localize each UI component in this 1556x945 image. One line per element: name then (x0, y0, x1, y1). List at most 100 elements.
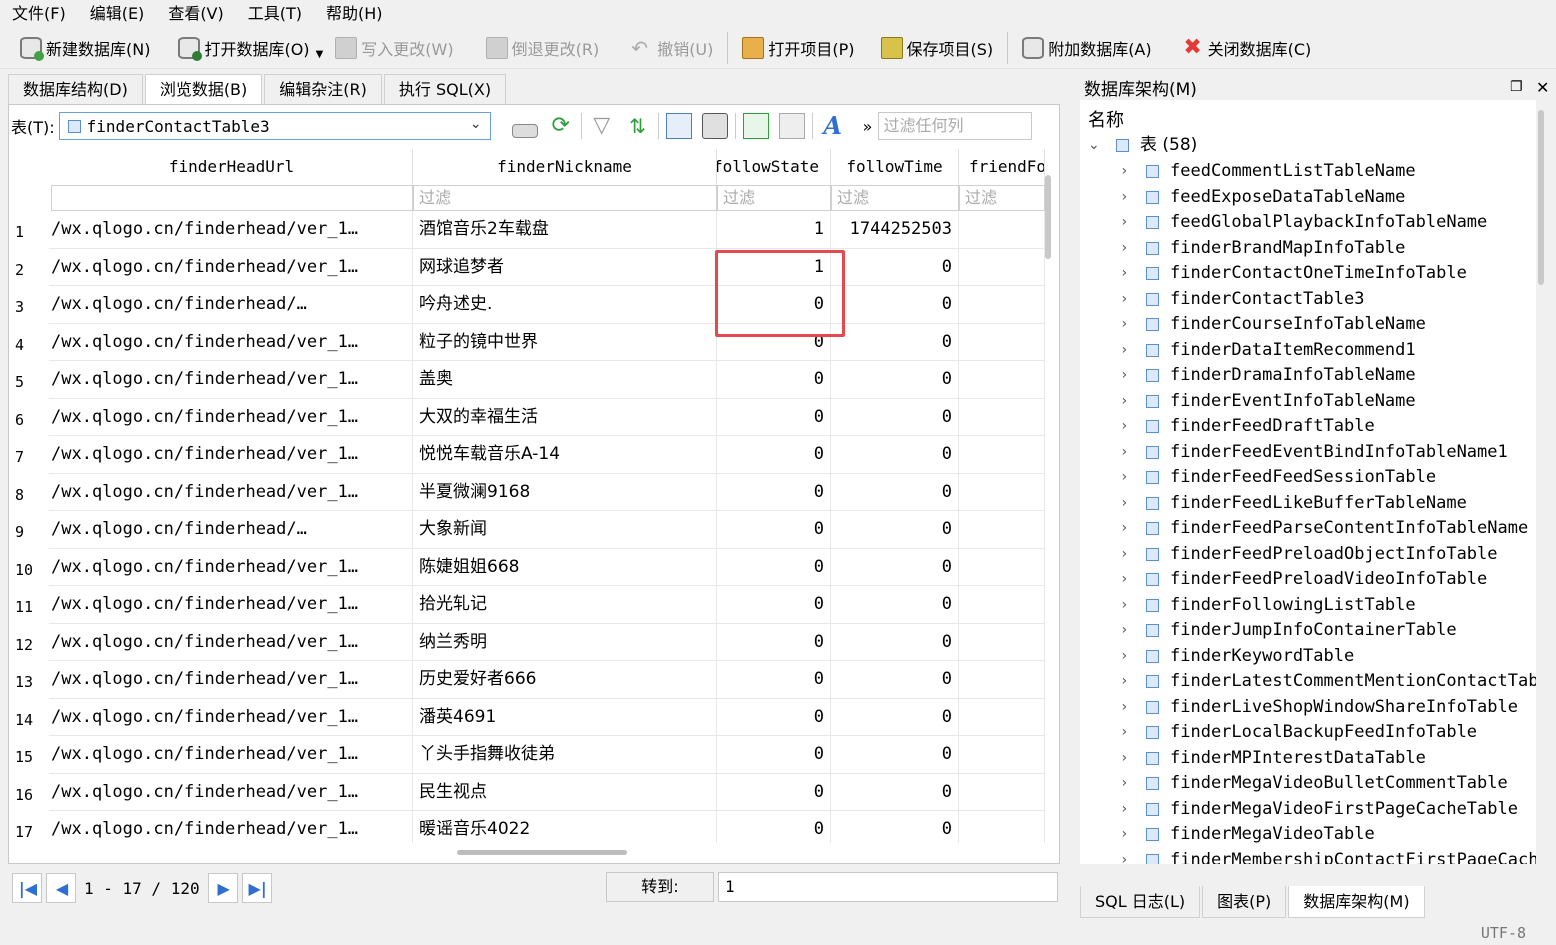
menu-edit[interactable]: 编辑(E) (78, 0, 157, 27)
chevron-right-icon[interactable]: › (1120, 287, 1128, 313)
tab-db-schema[interactable]: 数据库架构(M) (1288, 886, 1425, 918)
column-header-followtime[interactable]: followTime (831, 149, 959, 185)
chevron-right-icon[interactable]: › (1120, 261, 1128, 287)
chevron-right-icon[interactable]: › (1120, 491, 1128, 517)
schema-scrollbar[interactable] (1538, 110, 1544, 285)
chevron-right-icon[interactable]: › (1120, 644, 1128, 670)
cell-findernickname[interactable]: 历史爱好者666 (413, 661, 717, 699)
cell-finderheadurl[interactable]: /wx.qlogo.cn/finderhead/ver_1… (51, 661, 413, 699)
menu-tools[interactable]: 工具(T) (236, 0, 314, 27)
chevron-right-icon[interactable]: › (1120, 593, 1128, 619)
cell-finderheadurl[interactable]: /wx.qlogo.cn/finderhead/ver_1… (51, 698, 413, 736)
chevron-right-icon[interactable]: › (1120, 567, 1128, 593)
filter-followstate[interactable]: 过滤 (717, 185, 831, 211)
table-row[interactable]: 4/wx.qlogo.cn/finderhead/ver_1… 粒子的镜中世界 0 0 (9, 323, 1045, 361)
table-row[interactable]: 6/wx.qlogo.cn/finderhead/ver_1… 大双的幸福生活 0 0 (9, 398, 1045, 436)
cell-friendfollow[interactable] (959, 811, 1045, 843)
cell-finderheadurl[interactable]: /wx.qlogo.cn/finderhead/ver_1… (51, 211, 413, 249)
font-icon[interactable]: A (820, 113, 846, 139)
table-row[interactable]: 13/wx.qlogo.cn/finderhead/ver_1… 历史爱好者666… (9, 661, 1045, 699)
cell-followstate[interactable]: 0 (717, 586, 831, 624)
open-project-button[interactable]: 打开项目(P) (736, 30, 860, 66)
cell-followstate[interactable]: 0 (717, 736, 831, 774)
new-record-icon[interactable] (742, 113, 769, 139)
table-row[interactable]: 7/wx.qlogo.cn/finderhead/ver_1… 悦悦车载音乐A-1… (9, 436, 1045, 474)
chevron-right-icon[interactable]: › (1120, 618, 1128, 644)
cell-finderheadurl[interactable]: /wx.qlogo.cn/finderhead/ver_1… (51, 323, 413, 361)
table-row[interactable]: 8/wx.qlogo.cn/finderhead/ver_1… 半夏微澜9168 0… (9, 473, 1045, 511)
cell-finderheadurl[interactable]: /wx.qlogo.cn/finderhead/ver_1… (51, 473, 413, 511)
chevron-right-icon[interactable]: › (1120, 822, 1128, 848)
cell-finderheadurl[interactable]: /wx.qlogo.cn/finderhead/ver_1… (51, 586, 413, 624)
chevron-right-icon[interactable]: › (1120, 695, 1128, 721)
cell-followstate[interactable]: 0 (717, 623, 831, 661)
cell-findernickname[interactable]: 悦悦车载音乐A-14 (413, 436, 717, 474)
cell-finderheadurl[interactable]: /wx.qlogo.cn/finderhead/… (51, 286, 413, 324)
cell-finderheadurl[interactable]: /wx.qlogo.cn/finderhead/ver_1… (51, 436, 413, 474)
next-page-button[interactable]: ▶ (207, 873, 238, 903)
cell-findernickname[interactable]: 大双的幸福生活 (413, 398, 717, 436)
cell-findernickname[interactable]: 民生视点 (413, 773, 717, 811)
cell-friendfollow[interactable] (959, 248, 1045, 286)
cell-followstate[interactable]: 0 (717, 773, 831, 811)
goto-button[interactable]: 转到: (606, 872, 714, 902)
cell-friendfollow[interactable] (959, 511, 1045, 549)
cell-friendfollow[interactable] (959, 661, 1045, 699)
cell-finderheadurl[interactable]: /wx.qlogo.cn/finderhead/… (51, 511, 413, 549)
column-header-followstate[interactable]: followState (717, 149, 831, 185)
dropdown-arrow-icon[interactable]: ▼ (316, 49, 324, 60)
cell-friendfollow[interactable] (959, 211, 1045, 249)
clear-filter-icon[interactable]: ▽ (589, 113, 615, 139)
cell-findernickname[interactable]: 潘英4691 (413, 698, 717, 736)
cell-findernickname[interactable]: 粒子的镜中世界 (413, 323, 717, 361)
open-database-button[interactable]: 打开数据库(O) ▼ (172, 30, 329, 66)
cell-friendfollow[interactable] (959, 436, 1045, 474)
cell-followtime[interactable]: 0 (831, 511, 959, 549)
chevron-right-icon[interactable]: › (1120, 669, 1128, 695)
chevron-right-icon[interactable]: › (1120, 516, 1128, 542)
cell-followtime[interactable]: 0 (831, 623, 959, 661)
previous-page-button[interactable]: ◀ (46, 873, 76, 903)
chevron-right-icon[interactable]: › (1120, 440, 1128, 466)
chevron-right-icon[interactable]: › (1120, 542, 1128, 568)
cell-findernickname[interactable]: 纳兰秀明 (413, 623, 717, 661)
save-view-icon[interactable] (665, 113, 692, 139)
cell-followtime[interactable]: 0 (831, 736, 959, 774)
cell-followtime[interactable]: 0 (831, 661, 959, 699)
table-row[interactable]: 15/wx.qlogo.cn/finderhead/ver_1… 丫头手指舞收徒弟… (9, 736, 1045, 774)
chevron-right-icon[interactable]: › (1120, 414, 1128, 440)
cell-followtime[interactable]: 0 (831, 698, 959, 736)
cell-followtime[interactable]: 0 (831, 473, 959, 511)
chevron-right-icon[interactable]: › (1120, 771, 1128, 797)
cell-finderheadurl[interactable]: /wx.qlogo.cn/finderhead/ver_1… (51, 773, 413, 811)
cell-findernickname[interactable]: 吟舟述史. (413, 286, 717, 324)
cell-followtime[interactable]: 0 (831, 286, 959, 324)
last-page-button[interactable]: ▶| (241, 873, 272, 903)
cell-followstate[interactable]: 0 (717, 661, 831, 699)
vertical-scrollbar[interactable] (1045, 175, 1051, 259)
cell-findernickname[interactable]: 陈婕姐姐668 (413, 548, 717, 586)
attach-database-button[interactable]: 附加数据库(A) (1016, 30, 1157, 66)
cell-friendfollow[interactable] (959, 286, 1045, 324)
menu-view[interactable]: 查看(V) (156, 0, 235, 27)
horizontal-scrollbar[interactable] (457, 850, 627, 855)
cell-followstate[interactable]: 0 (717, 811, 831, 843)
cell-followtime[interactable]: 1744252503 (831, 211, 959, 249)
cell-followstate[interactable]: 0 (717, 361, 831, 399)
column-header-friendfollow[interactable]: friendFollow (959, 149, 1045, 185)
tab-database-structure[interactable]: 数据库结构(D) (8, 74, 143, 104)
tab-execute-sql[interactable]: 执行 SQL(X) (383, 74, 507, 104)
cell-finderheadurl[interactable]: /wx.qlogo.cn/finderhead/ver_1… (51, 248, 413, 286)
table-row[interactable]: 1/wx.qlogo.cn/finderhead/ver_1… 酒馆音乐2车载盘 1… (9, 211, 1045, 249)
undo-button[interactable]: ↶ 撤销(U) (625, 30, 719, 66)
cell-friendfollow[interactable] (959, 323, 1045, 361)
cell-followtime[interactable]: 0 (831, 248, 959, 286)
cell-followstate[interactable]: 0 (717, 698, 831, 736)
menu-help[interactable]: 帮助(H) (314, 0, 395, 27)
chevron-right-icon[interactable]: › (1120, 338, 1128, 364)
cell-finderheadurl[interactable]: /wx.qlogo.cn/finderhead/ver_1… (51, 361, 413, 399)
sort-icon[interactable]: ⇅ (625, 113, 651, 139)
chevron-right-icon[interactable]: › (1120, 236, 1128, 262)
chevron-down-icon[interactable]: ⌄ (1088, 133, 1100, 159)
filter-any-column-input[interactable]: 过滤任何列 (878, 112, 1033, 140)
